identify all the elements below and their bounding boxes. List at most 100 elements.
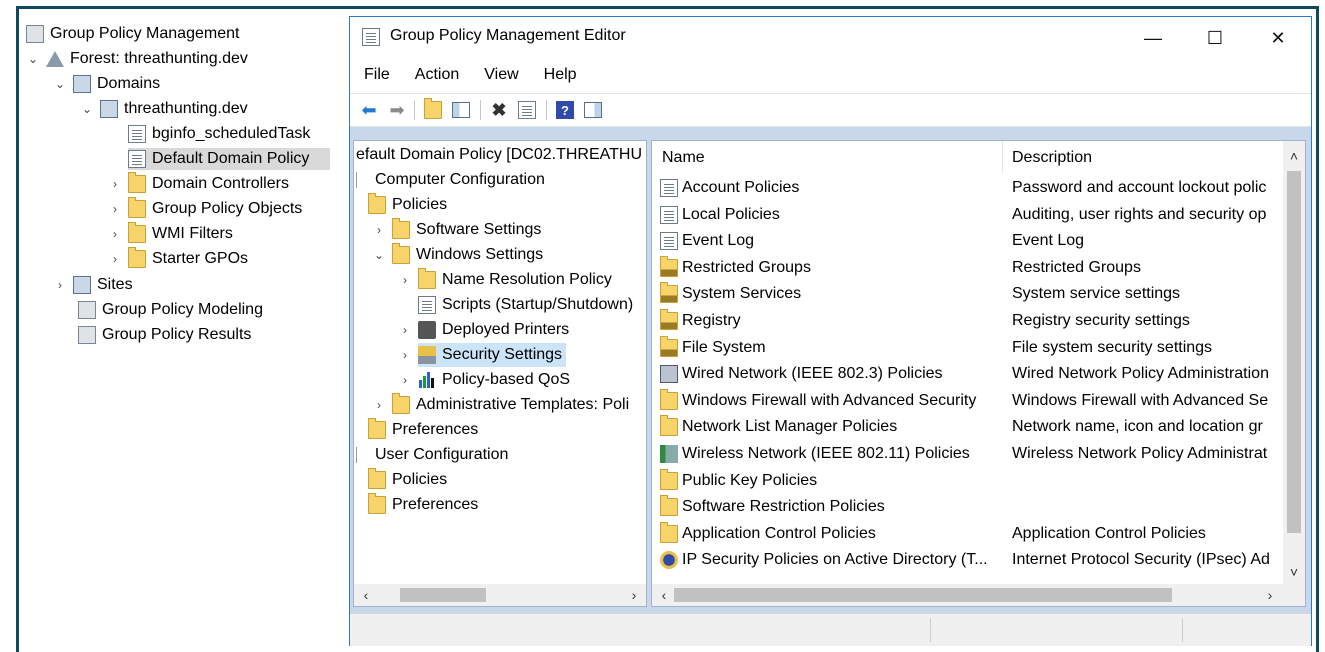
list-row[interactable]: Event Log Event Log [652,228,1284,254]
column-header-name[interactable]: Name [652,141,1002,173]
tree-node-domains[interactable]: ⌄ Domains [53,73,160,95]
export-list-icon[interactable] [516,99,538,121]
chevron-right-icon[interactable]: › [108,202,122,216]
up-folder-icon[interactable] [422,98,444,121]
menu-view[interactable]: View [470,63,529,87]
tree-node-security-settings[interactable]: › Security Settings [398,343,567,367]
scroll-left-icon[interactable]: ‹ [356,584,376,606]
tree-node-domain-controllers[interactable]: › Domain Controllers [108,172,289,195]
list-row-description: Internet Protocol Security (IPsec) Ad [1012,551,1270,569]
help-icon[interactable]: ? [554,99,576,121]
list-row[interactable]: Application Control Policies Application … [652,521,1284,547]
details-vertical-scrollbar[interactable]: ˄ ˅ [1283,141,1305,584]
tree-node-label: Group Policy Management [50,25,240,42]
menu-help[interactable]: Help [530,63,588,87]
tree-node-gpo-bginfo[interactable]: bginfo_scheduledTask [128,123,310,145]
tree-node-modeling[interactable]: Group Policy Modeling [78,299,263,321]
chevron-right-icon[interactable]: › [108,177,122,191]
list-row-name-text: Public Key Policies [682,471,818,489]
scrollbar-thumb[interactable] [400,588,486,602]
list-row[interactable]: Windows Firewall with Advanced Security W… [652,388,1284,414]
list-row-name: Wireless Network (IEEE 802.11) Policies [660,441,970,467]
list-row[interactable]: Network List Manager Policies Network nam… [652,414,1284,440]
close-button[interactable]: ✕ [1255,23,1301,53]
toolbar-separator [414,100,415,120]
tree-node-wmi-filters[interactable]: › WMI Filters [108,222,233,245]
chevron-right-icon[interactable]: › [372,223,386,237]
tree-node-deployed-printers[interactable]: › Deployed Printers [398,318,569,342]
list-row[interactable]: Software Restriction Policies [652,494,1284,520]
tree-node-starter-gpos[interactable]: › Starter GPOs [108,247,248,270]
chevron-right-icon[interactable]: › [372,398,386,412]
list-row[interactable]: System Services System service settings [652,281,1284,307]
list-row[interactable]: Restricted Groups Restricted Groups [652,255,1284,281]
results-icon [78,326,96,344]
list-row[interactable]: Registry Registry security settings [652,308,1284,334]
tree-node-domain[interactable]: ⌄ threathunting.dev [80,98,248,120]
chevron-down-icon[interactable]: ⌄ [53,77,67,91]
delete-icon[interactable]: ✖ [488,99,510,121]
list-row[interactable]: File System File system security settings [652,335,1284,361]
chevron-right-icon[interactable]: › [398,323,412,337]
menu-file[interactable]: File [350,63,401,87]
scrollbar-thumb[interactable] [674,588,1172,602]
scroll-right-icon[interactable]: › [624,584,644,606]
chevron-down-icon[interactable]: ⌄ [80,102,94,116]
tree-node-windows-settings[interactable]: ⌄ Windows Settings [372,243,543,267]
scroll-left-icon[interactable]: ‹ [654,584,674,606]
tree-node-group-policy-objects[interactable]: › Group Policy Objects [108,197,302,220]
list-row[interactable]: IP Security Policies on Active Directory… [652,547,1284,573]
tree-node-user-preferences[interactable]: Preferences [368,493,478,517]
title-bar[interactable]: Group Policy Management Editor — ☐ ✕ [350,17,1311,57]
tree-node-forest[interactable]: ⌄ Forest: threathunting.dev [26,48,248,70]
list-row[interactable]: Wireless Network (IEEE 802.11) Policies W… [652,441,1284,467]
scrollbar-thumb[interactable] [1287,171,1301,533]
chevron-right-icon[interactable]: › [53,278,67,292]
scroll-up-icon[interactable]: ˄ [1283,145,1305,167]
tree-node-computer-configuration[interactable]: Computer Configuration [356,168,545,192]
maximize-button[interactable]: ☐ [1192,23,1238,53]
menu-action[interactable]: Action [401,63,470,87]
action-pane-icon[interactable] [582,99,604,121]
list-row[interactable]: Local Policies Auditing, user rights and … [652,202,1284,228]
tree-node-results[interactable]: Group Policy Results [78,324,251,346]
scroll-down-icon[interactable]: ˅ [1283,561,1305,583]
details-pane: Name Description Account Policies Passwor… [651,140,1306,607]
details-horizontal-scrollbar[interactable]: ‹ › [652,584,1305,606]
minimize-button[interactable]: — [1130,23,1176,53]
tree-node-name-resolution-policy[interactable]: › Name Resolution Policy [398,268,612,292]
chevron-right-icon[interactable]: › [108,227,122,241]
chevron-right-icon[interactable]: › [398,273,412,287]
chevron-right-icon[interactable]: › [398,348,412,362]
scroll-right-icon[interactable]: › [1260,584,1280,606]
tree-node-user-configuration[interactable]: User Configuration [356,443,508,467]
tree-node-scripts[interactable]: Scripts (Startup/Shutdown) [418,293,633,317]
list-row[interactable]: Wired Network (IEEE 802.3) Policies Wired… [652,361,1284,387]
list-row[interactable]: Public Key Policies [652,468,1284,494]
tree-node-preferences[interactable]: Preferences [368,418,478,442]
tree-node-label: Default Domain Policy [152,150,310,167]
tree-node-policies[interactable]: Policies [368,193,447,217]
list-row[interactable]: Account Policies Password and account loc… [652,175,1284,201]
list-row-description: Wired Network Policy Administration [1012,365,1269,383]
tree-node-gpo-root[interactable]: efault Domain Policy [DC02.THREATHU [356,143,642,167]
list-row-name-text: Restricted Groups [682,258,811,276]
chevron-right-icon[interactable]: › [398,373,412,387]
tree-horizontal-scrollbar[interactable]: ‹ › [354,584,646,606]
chevron-right-icon[interactable]: › [108,252,122,266]
forward-arrow-icon[interactable]: ➡ [386,99,408,121]
column-header-description[interactable]: Description [1002,141,1284,173]
tree-node-gpo-default[interactable]: Default Domain Policy [128,148,330,170]
tree-node-software-settings[interactable]: › Software Settings [372,218,541,242]
show-hide-tree-icon[interactable] [450,99,472,121]
tree-node-sites[interactable]: › Sites [53,274,133,296]
list-row-description: Restricted Groups [1012,258,1141,276]
chevron-down-icon[interactable]: ⌄ [26,52,40,66]
chevron-down-icon[interactable]: ⌄ [372,248,386,262]
tree-node-administrative-templates[interactable]: › Administrative Templates: Poli [372,393,629,417]
tree-node-gpm[interactable]: Group Policy Management [26,23,239,45]
group-policy-management-icon [26,25,44,43]
tree-node-policy-based-qos[interactable]: › Policy-based QoS [398,368,570,392]
tree-node-user-policies[interactable]: Policies [368,468,447,492]
back-arrow-icon[interactable]: ⬅ [358,99,380,121]
